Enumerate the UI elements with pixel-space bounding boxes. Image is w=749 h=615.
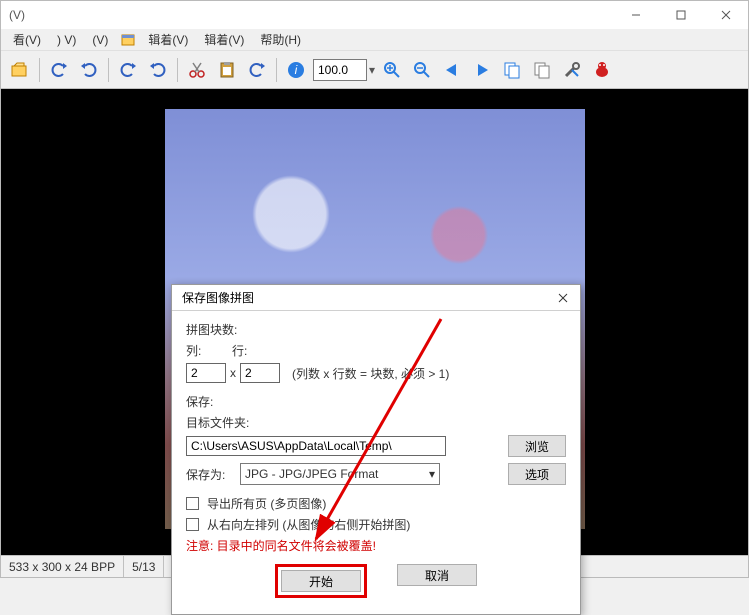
app-window: (V) 看(V) ) V) (V) 辑着(V) 辑着(V) 帮助(H) i ▾ [0,0,749,578]
zoom-out-icon[interactable] [409,57,435,83]
menu-3[interactable]: 辑着(V) [142,29,194,50]
save-label: 保存: [186,393,566,410]
dialog-titlebar: 保存图像拼图 [172,285,580,311]
minimize-button[interactable] [613,1,658,29]
undo2-icon[interactable] [115,57,141,83]
row-label: 行: [232,342,274,359]
dialog-body: 拼图块数: 列: 行: x (列数 x 行数 = 块数, 必须 > 1) 保存:… [172,311,580,614]
window-buttons [613,1,748,29]
chevron-down-icon: ▾ [429,467,435,481]
x-label: x [230,366,236,380]
col-row-row: 列: 行: [186,342,566,359]
zoom-in-icon[interactable] [379,57,405,83]
canvas-area: 保存图像拼图 拼图块数: 列: 行: x (列数 x 行数 = 块数, 必须 >… [1,89,748,555]
rtl-checkbox[interactable] [186,518,199,531]
svg-text:i: i [295,63,298,77]
rows-input[interactable] [240,363,280,383]
zoom-dropdown-icon[interactable]: ▾ [369,63,375,77]
undo-icon[interactable] [46,57,72,83]
start-highlight: 开始 [275,564,367,598]
separator [108,58,109,82]
menubar: 看(V) ) V) (V) 辑着(V) 辑着(V) 帮助(H) [1,29,748,51]
saveas-label: 保存为: [186,466,236,483]
separator [177,58,178,82]
copy2-icon[interactable] [529,57,555,83]
redo2-icon[interactable] [145,57,171,83]
menu-5[interactable]: 帮助(H) [254,29,307,50]
warning-text: 注意: 目录中的同名文件将会被覆盖! [186,537,566,554]
cb2-row: 从右向左排列 (从图像的右侧开始拼图) [186,516,566,533]
format-select[interactable]: JPG - JPG/JPEG Format ▾ [240,463,440,485]
dest-row: 浏览 [186,435,566,457]
cb1-label: 导出所有页 (多页图像) [207,495,326,512]
format-row: 保存为: JPG - JPG/JPEG Format ▾ 选项 [186,463,566,485]
cancel-button[interactable]: 取消 [397,564,477,586]
prev-icon[interactable] [439,57,465,83]
window-title: (V) [9,8,25,22]
menu-icon[interactable] [118,32,138,48]
tile-hint: (列数 x 行数 = 块数, 必须 > 1) [292,365,449,382]
dialog-title: 保存图像拼图 [182,289,254,306]
toolbar: i ▾ [1,51,748,89]
maximize-button[interactable] [658,1,703,29]
info-icon[interactable]: i [283,57,309,83]
browse-button[interactable]: 浏览 [508,435,566,457]
columns-input[interactable] [186,363,226,383]
options-button[interactable]: 选项 [508,463,566,485]
dialog-close-button[interactable] [552,288,574,308]
export-all-checkbox[interactable] [186,497,199,510]
titlebar: (V) [1,1,748,29]
paste-icon[interactable] [214,57,240,83]
tilecount-label: 拼图块数: [186,321,566,338]
dest-label: 目标文件夹: [186,414,566,431]
save-tile-dialog: 保存图像拼图 拼图块数: 列: 行: x (列数 x 行数 = 块数, 必须 >… [171,284,581,615]
copy-icon[interactable] [499,57,525,83]
menu-2[interactable]: (V) [86,31,114,49]
cb2-label: 从右向左排列 (从图像的右侧开始拼图) [207,516,410,533]
status-dimensions: 533 x 300 x 24 BPP [1,556,124,577]
zoom-input[interactable] [313,59,367,81]
open-icon[interactable] [7,57,33,83]
dest-folder-input[interactable] [186,436,446,456]
redo-icon[interactable] [76,57,102,83]
col-label: 列: [186,342,228,359]
col-row-inputs: x (列数 x 行数 = 块数, 必须 > 1) [186,363,566,383]
separator [39,58,40,82]
menu-1[interactable]: ) V) [51,31,82,49]
start-button[interactable]: 开始 [281,570,361,592]
tools-icon[interactable] [559,57,585,83]
mascot-icon[interactable] [589,57,615,83]
cut-icon[interactable] [184,57,210,83]
cb1-row: 导出所有页 (多页图像) [186,495,566,512]
close-button[interactable] [703,1,748,29]
status-page: 5/13 [124,556,164,577]
separator [276,58,277,82]
menu-4[interactable]: 辑着(V) [198,29,250,50]
next-icon[interactable] [469,57,495,83]
format-value: JPG - JPG/JPEG Format [245,467,378,481]
undo3-icon[interactable] [244,57,270,83]
dialog-actions: 开始 取消 [186,564,566,598]
menu-0[interactable]: 看(V) [7,29,47,50]
